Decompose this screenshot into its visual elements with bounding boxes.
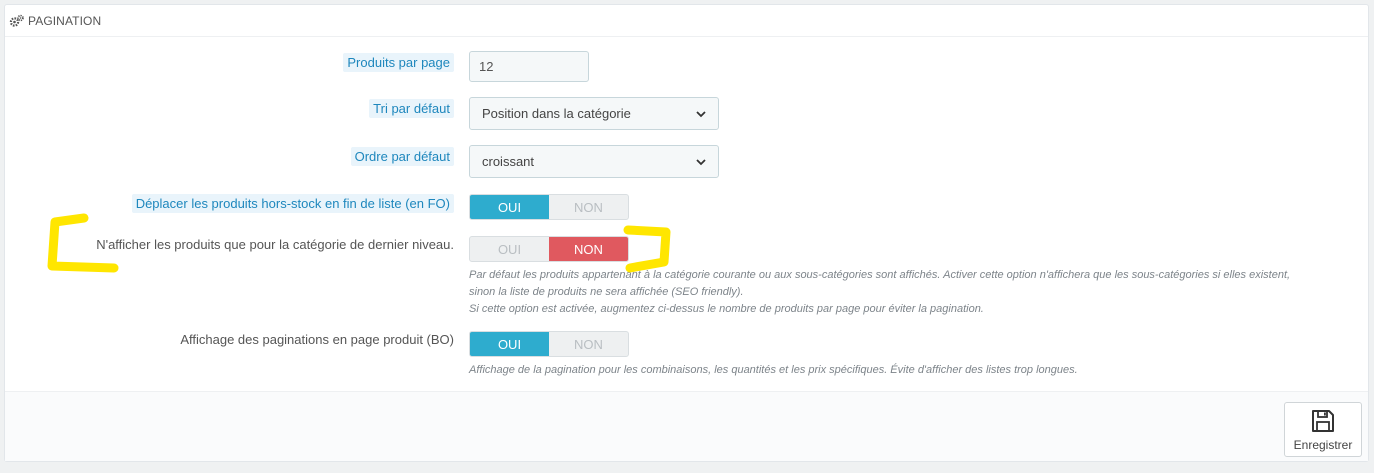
switch-no[interactable]: NON [549,237,628,261]
save-button-label: Enregistrer [1293,437,1353,452]
products-per-page-label: Produits par page [343,53,454,72]
bo-pagination-help: Affichage de la pagination pour les comb… [469,364,1078,376]
switch-yes[interactable]: OUI [470,237,549,261]
products-per-page-input[interactable] [469,51,589,82]
default-sort-select[interactable]: Position dans la catégorie [469,97,719,130]
help-line: sinon la liste de produits ne sera affic… [469,286,744,298]
switch-no[interactable]: NON [549,195,628,219]
chevron-down-icon [696,110,706,117]
default-order-value: croissant [482,154,535,169]
pagination-panel: PAGINATION Produits par page Tri par déf… [4,4,1369,462]
last-level-category-switch[interactable]: OUI NON [469,236,629,262]
default-sort-value: Position dans la catégorie [482,106,631,121]
panel-heading: PAGINATION [5,5,1368,37]
bo-pagination-switch[interactable]: OUI NON [469,331,629,357]
bo-pagination-label: Affichage des paginations en page produi… [180,332,454,347]
panel-title: PAGINATION [28,13,102,28]
default-order-select[interactable]: croissant [469,145,719,178]
floppy-disk-icon [1312,409,1334,432]
last-level-category-help: Par défaut les produits appartenant à la… [469,267,1290,318]
chevron-down-icon [696,158,706,165]
default-order-label: Ordre par défaut [350,147,454,166]
switch-yes[interactable]: OUI [470,332,549,356]
switch-no[interactable]: NON [549,332,628,356]
default-sort-label: Tri par défaut [369,99,454,118]
out-of-stock-switch[interactable]: OUI NON [469,194,629,220]
last-level-category-label: N'afficher les produits que pour la caté… [96,237,454,252]
cogs-icon [9,13,27,29]
out-of-stock-label: Déplacer les produits hors-stock en fin … [131,194,454,213]
switch-yes[interactable]: OUI [470,195,549,219]
panel-footer: Enregistrer [5,391,1368,461]
help-line: Par défaut les produits appartenant à la… [469,269,1291,281]
help-line: Si cette option est activée, augmentez c… [469,303,984,315]
save-button[interactable]: Enregistrer [1284,402,1362,457]
